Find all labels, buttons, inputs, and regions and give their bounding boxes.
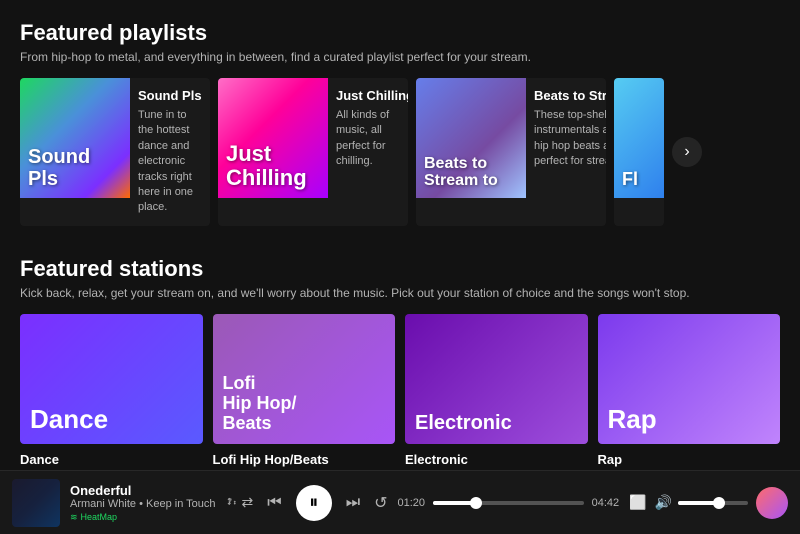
playlist-thumb-label-flow: Fl [622,170,638,190]
playlist-name-beats: Beats to Stream to [534,88,606,103]
heatmap-badge: ≋ HeatMap [70,512,216,523]
album-art [12,479,60,527]
featured-playlists-section: Featured playlists From hip-hop to metal… [20,20,780,226]
playlist-desc-beats: These top-shelf chill instrumentals and … [534,108,606,170]
playlist-thumb-label-sound-pls: SoundPls [28,146,90,190]
featured-stations-title: Featured stations [20,256,780,282]
station-name-electronic: Electronic [405,452,588,467]
playback-controls: ⇄ ⏮ ⏸ ⏭ ↺ [226,485,388,521]
station-thumb-label-dance: Dance [30,405,108,434]
station-thumb-label-electronic: Electronic [415,412,512,434]
playlist-name-sound-pls: Sound Pls [138,88,202,103]
playlist-row: SoundPls Sound Pls Tune in to the hottes… [20,78,780,226]
time-total: 04:42 [592,497,620,509]
heatmap-icon: ≋ [70,512,78,523]
station-thumb-lofi: LofiHip Hop/Beats [213,314,396,444]
featured-stations-section: Featured stations Kick back, relax, get … [20,256,780,470]
station-thumb-rap: Rap [598,314,781,444]
playlist-thumb-beats: Beats toStream to [416,78,526,198]
track-name: Onederful [70,483,216,498]
volume-fill [678,501,720,505]
station-name-lofi: Lofi Hip Hop/Beats [213,452,396,467]
featured-stations-subtitle: Kick back, relax, get your stream on, an… [20,286,780,300]
now-playing-bar: Onederful Armani White • Keep in Touch ≋… [0,470,800,534]
playlist-thumb-flow: Fl [614,78,664,198]
station-name-rap: Rap [598,452,781,467]
previous-button[interactable]: ⏮ [267,494,281,512]
station-thumb-electronic: Electronic [405,314,588,444]
track-artist: Armani White • Keep in Touch [70,498,216,510]
volume-button[interactable]: 🔊 [655,494,672,511]
featured-playlists-subtitle: From hip-hop to metal, and everything in… [20,50,780,64]
playlist-next-button[interactable]: › [672,137,702,167]
album-art-image [12,479,60,527]
playlist-thumb-just-chilling: JustChilling [218,78,328,198]
station-row: Dance Dance Claude Von Stroke, Nitro Fun… [20,314,780,470]
track-info: Onederful Armani White • Keep in Touch ≋… [70,483,216,523]
playlist-card-beats[interactable]: Beats toStream to Beats to Stream to The… [416,78,606,226]
station-card-lofi[interactable]: LofiHip Hop/Beats Lofi Hip Hop/Beats Clo… [213,314,396,470]
progress-fill [433,501,477,505]
progress-bar[interactable] [433,501,584,505]
shuffle-button[interactable]: ⇄ [226,494,254,511]
time-current: 01:20 [398,497,426,509]
playlist-info-beats: Beats to Stream to These top-shelf chill… [526,78,606,226]
station-thumb-label-rap: Rap [608,405,657,434]
playlist-card-sound-pls[interactable]: SoundPls Sound Pls Tune in to the hottes… [20,78,210,226]
playlist-thumb-label-just-chilling: JustChilling [226,142,307,190]
heatmap-text: HeatMap [81,512,118,522]
station-thumb-label-lofi: LofiHip Hop/Beats [223,374,297,433]
fullscreen-button[interactable]: ⬜ [629,494,646,511]
playlist-desc-sound-pls: Tune in to the hottest dance and electro… [138,108,202,216]
station-name-dance: Dance [20,452,203,467]
station-card-dance[interactable]: Dance Dance Claude Von Stroke, Nitro Fun… [20,314,203,470]
volume-section: 🔊 [655,494,748,511]
np-right-controls: ⬜ 🔊 [629,487,788,519]
volume-bar[interactable] [678,501,748,505]
playlist-card-just-chilling[interactable]: JustChilling Just Chilling All kinds of … [218,78,408,226]
playlist-thumb-label-beats: Beats toStream to [424,155,498,190]
playlist-thumb-sound-pls: SoundPls [20,78,130,198]
play-pause-button[interactable]: ⏸ [296,485,332,521]
playlist-info-sound-pls: Sound Pls Tune in to the hottest dance a… [130,78,210,226]
playlist-desc-just-chilling: All kinds of music, all perfect for chil… [336,108,408,170]
playlist-info-just-chilling: Just Chilling All kinds of music, all pe… [328,78,408,226]
playlist-name-just-chilling: Just Chilling [336,88,408,103]
progress-section: 01:20 04:42 [398,497,620,509]
station-card-rap[interactable]: Rap Rap $NOT, Armani White, R.A.P. Ferre… [598,314,781,470]
station-card-electronic[interactable]: Electronic Electronic Chrome Sparks, Mr.… [405,314,588,470]
main-content: Featured playlists From hip-hop to metal… [0,0,800,470]
user-avatar[interactable] [756,487,788,519]
next-button[interactable]: ⏭ [346,494,360,512]
station-thumb-dance: Dance [20,314,203,444]
repeat-button[interactable]: ↺ [374,493,387,513]
featured-playlists-title: Featured playlists [20,20,780,46]
playlist-card-flow[interactable]: Fl [614,78,664,226]
